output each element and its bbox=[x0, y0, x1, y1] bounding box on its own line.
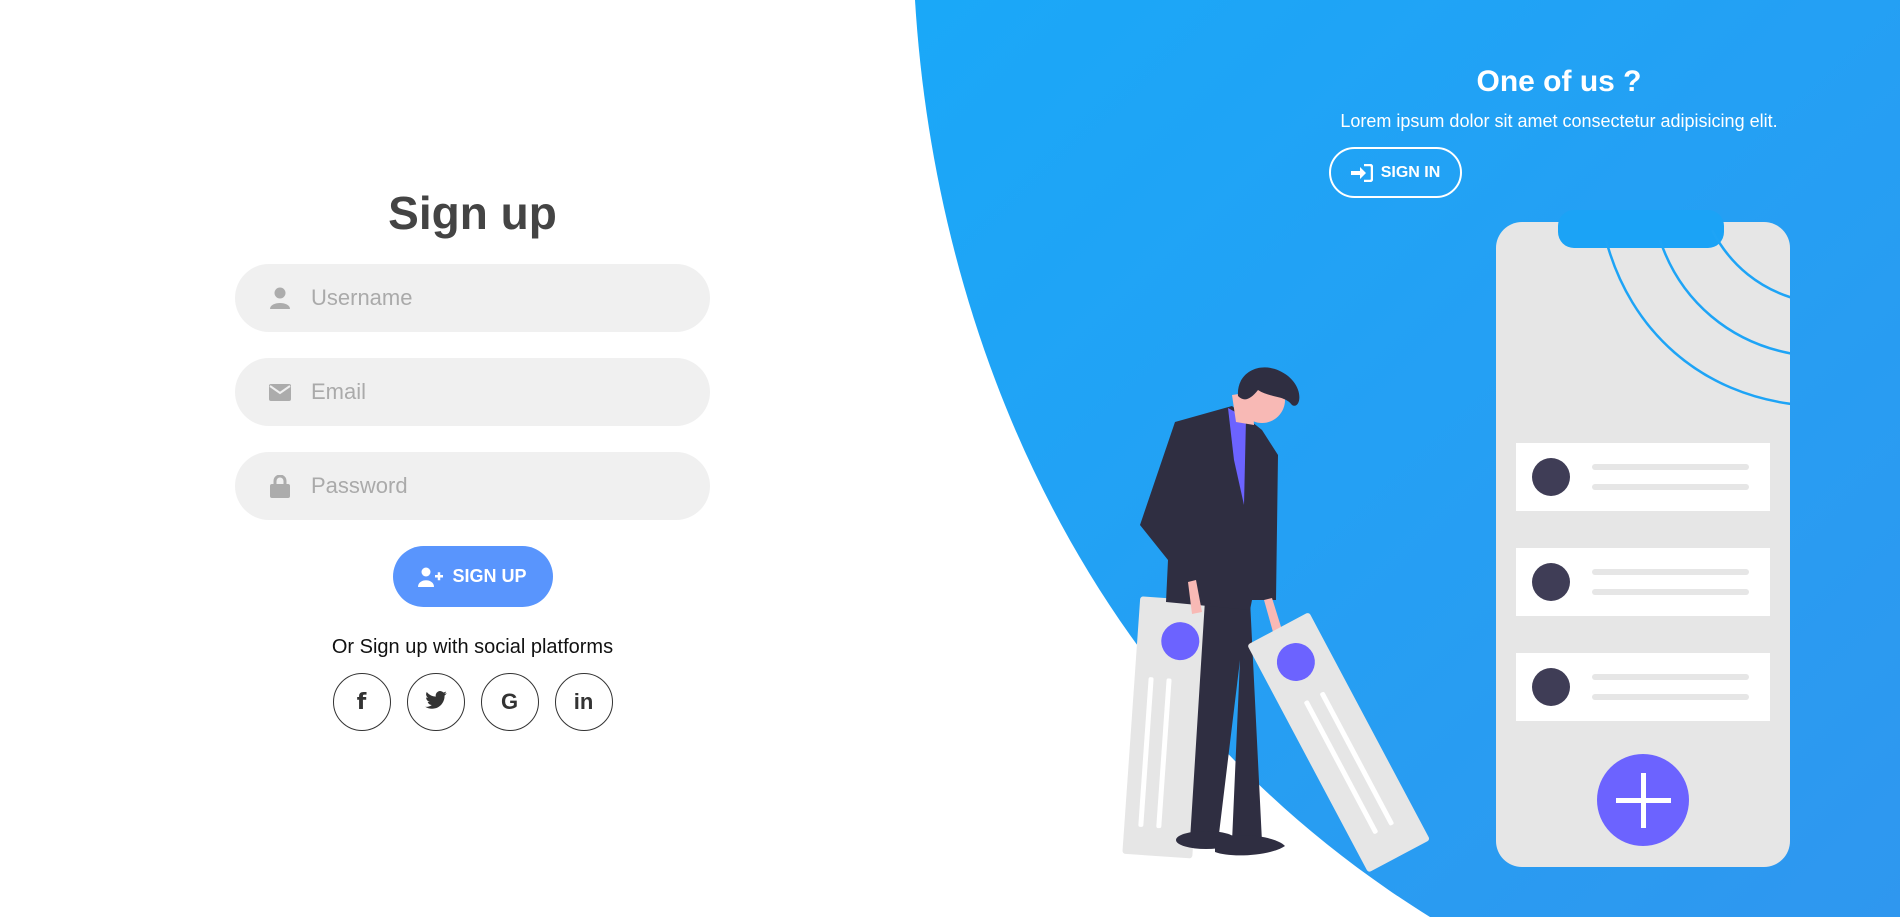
side-panel: One of us ? Lorem ipsum dolor sit amet c… bbox=[1329, 64, 1789, 198]
password-field[interactable] bbox=[235, 452, 710, 520]
user-icon bbox=[265, 283, 295, 313]
signup-form: Sign up SIGN UP Or Sign up with social p… bbox=[235, 185, 710, 731]
form-title: Sign up bbox=[388, 187, 557, 239]
signin-button-label: SIGN IN bbox=[1380, 163, 1441, 181]
email-field[interactable] bbox=[235, 358, 710, 426]
linkedin-icon: in bbox=[573, 689, 594, 714]
social-text: Or Sign up with social platforms bbox=[331, 636, 614, 658]
envelope-icon bbox=[265, 377, 295, 407]
social-media: f G in bbox=[325, 673, 621, 731]
google-icon: G bbox=[500, 689, 519, 714]
username-field[interactable] bbox=[235, 264, 710, 332]
facebook-icon: f bbox=[356, 689, 367, 715]
linkedin-button[interactable]: in bbox=[554, 673, 613, 731]
phone-illustration bbox=[1496, 210, 1790, 867]
username-input[interactable] bbox=[311, 278, 671, 318]
facebook-button[interactable]: f bbox=[332, 673, 391, 731]
person-illustration bbox=[1122, 367, 1429, 872]
twitter-button[interactable] bbox=[406, 673, 465, 731]
email-input[interactable] bbox=[311, 372, 671, 412]
signin-button[interactable]: SIGN IN bbox=[1329, 147, 1462, 198]
panel-text: Lorem ipsum dolor sit amet consectetur a… bbox=[1340, 111, 1778, 131]
signup-button[interactable]: SIGN UP bbox=[392, 546, 553, 607]
lock-icon bbox=[265, 471, 295, 501]
password-input[interactable] bbox=[311, 466, 671, 506]
twitter-icon bbox=[424, 689, 447, 715]
user-plus-icon bbox=[418, 567, 444, 587]
panel-title: One of us ? bbox=[1476, 65, 1642, 98]
sign-in-icon bbox=[1350, 163, 1373, 182]
google-button[interactable]: G bbox=[480, 673, 539, 731]
signup-button-label: SIGN UP bbox=[452, 566, 527, 586]
